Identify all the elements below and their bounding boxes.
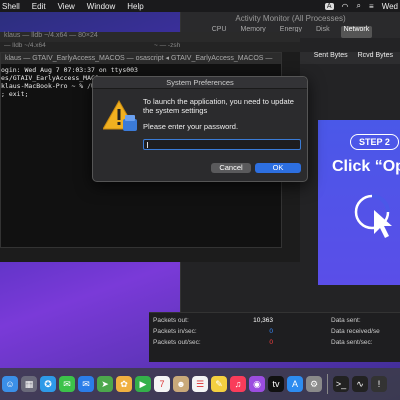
app-store-icon[interactable]: A <box>287 376 303 392</box>
wifi-icon[interactable]: ◠ <box>342 2 349 11</box>
search-icon[interactable]: ⌕ <box>357 1 361 11</box>
finder-icon[interactable]: ☺ <box>2 376 18 392</box>
terminal-tab[interactable]: ~ — -zsh <box>150 42 300 52</box>
stat-row: Packets in/sec: 0 <box>153 328 273 335</box>
maps-icon[interactable]: ➤ <box>97 376 113 392</box>
calendar-icon[interactable]: 7 <box>154 376 170 392</box>
input-source-indicator[interactable]: A <box>324 2 334 10</box>
safari-icon[interactable]: ✪ <box>40 376 56 392</box>
activity-monitor-icon[interactable]: ∿ <box>352 376 368 392</box>
contacts-icon[interactable]: ☻ <box>173 376 189 392</box>
menu-view[interactable]: View <box>58 2 75 11</box>
photos-icon[interactable]: ✿ <box>116 376 132 392</box>
stat-label: Packets in/sec: <box>153 328 197 335</box>
menu-bar: Shell Edit View Window Help A ◠ ⌕ ≡ Wed <box>0 0 400 12</box>
messages-icon[interactable]: ✉ <box>59 376 75 392</box>
tab-disk[interactable]: Disk <box>313 26 333 38</box>
network-stats-panel: Packets out: 10,363 Packets in/sec: 0 Pa… <box>149 312 400 362</box>
menu-shell[interactable]: Shell <box>2 2 20 11</box>
tab-network[interactable]: Network <box>340 26 373 38</box>
facetime-icon[interactable]: ▶ <box>135 376 151 392</box>
menu-window[interactable]: Window <box>87 2 115 11</box>
warning-icon <box>103 99 137 131</box>
stat-label: Packets out: <box>153 317 189 324</box>
system-preferences-icon[interactable]: ⚙ <box>306 376 322 392</box>
menubar-status: A ◠ ⌕ ≡ Wed <box>324 0 398 12</box>
dock: ☺ ▦ ✪ ✉ ✉ ➤ ✿ ▶ 7 ☻ ☰ ✎ ♫ ◉ tv A ⚙ >_ ∿! <box>0 368 400 400</box>
stat-row: Packets out: 10,363 <box>153 317 273 324</box>
reminders-icon[interactable]: ☰ <box>192 376 208 392</box>
step-badge: STEP 2 <box>350 134 399 150</box>
password-dialog: System Preferences To launch the applica… <box>92 76 308 182</box>
dialog-message: To launch the application, you need to u… <box>143 97 294 115</box>
stat-row: Packets out/sec: 0 <box>153 339 273 346</box>
terminal-line: ogin: Wed Aug 7 07:03:37 on ttys003 <box>1 66 138 74</box>
notes-icon[interactable]: ✎ <box>211 376 227 392</box>
terminal-icon[interactable]: >_ <box>333 376 349 392</box>
terminal-tab-bar: — lldb ~/4.x64 ~ — -zsh <box>0 42 300 52</box>
cancel-button[interactable]: Cancel <box>211 163 251 173</box>
menu-help[interactable]: Help <box>127 2 143 11</box>
ok-button[interactable]: OK <box>255 163 301 173</box>
stat-label: Data received/se <box>331 328 380 335</box>
menu-edit[interactable]: Edit <box>32 2 46 11</box>
dialog-prompt: Please enter your password. <box>143 122 239 131</box>
window-title: klaus — GTAIV_EarlyAccess_MACOS — osascr… <box>1 53 281 64</box>
warning-doc-icon[interactable]: ! <box>371 376 387 392</box>
stat-value: 0 <box>269 328 273 335</box>
terminal-tab[interactable]: — lldb ~/4.x64 <box>0 42 150 52</box>
launchpad-icon[interactable]: ▦ <box>21 376 37 392</box>
podcasts-icon[interactable]: ◉ <box>249 376 265 392</box>
mail-icon[interactable]: ✉ <box>78 376 94 392</box>
window-title: klaus — lldb ~/4.x64 — 80×24 <box>0 32 300 42</box>
instruction-panel: STEP 2 Click “Op <box>318 120 400 285</box>
window-title: Activity Monitor (All Processes) <box>181 12 400 26</box>
music-icon[interactable]: ♫ <box>230 376 246 392</box>
stat-value: 0 <box>269 339 273 346</box>
tv-icon[interactable]: tv <box>268 376 284 392</box>
dialog-title: System Preferences <box>93 77 307 89</box>
stat-label: Data sent/sec: <box>331 339 373 346</box>
click-cursor-icon <box>354 194 392 238</box>
stat-label: Data sent: <box>331 317 361 324</box>
column-sent-bytes[interactable]: Sent Bytes <box>314 52 348 64</box>
instruction-text: Click “Op <box>332 158 400 175</box>
dock-separator <box>327 374 328 394</box>
stat-label: Packets out/sec: <box>153 339 201 346</box>
control-center-icon[interactable]: ≡ <box>369 2 374 11</box>
password-field[interactable] <box>143 139 301 150</box>
column-rcvd-bytes[interactable]: Rcvd Bytes <box>358 52 393 64</box>
clock[interactable]: Wed <box>382 2 398 11</box>
stat-value: 10,363 <box>253 317 273 324</box>
